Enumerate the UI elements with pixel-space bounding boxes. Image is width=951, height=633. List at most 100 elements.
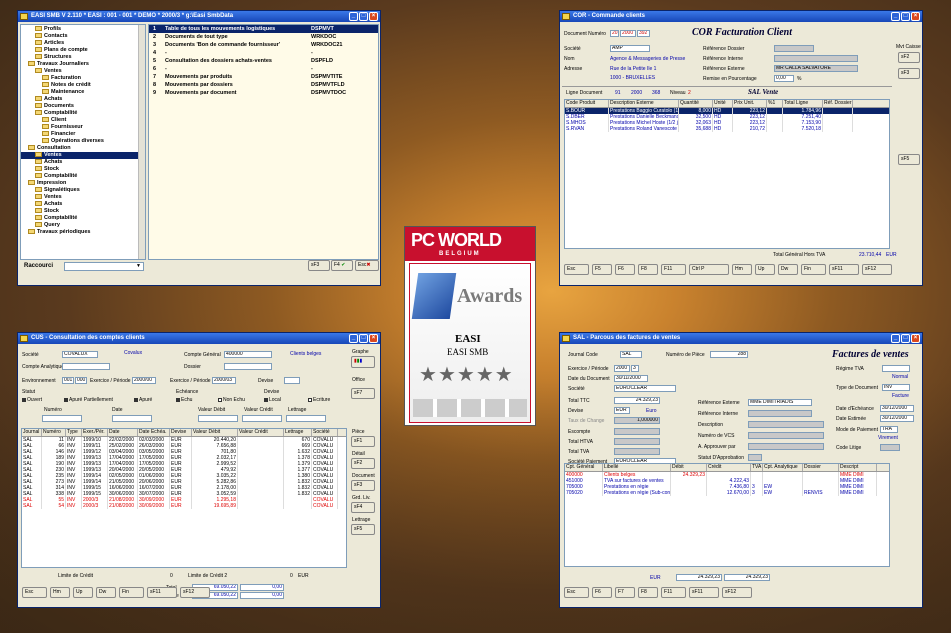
maximize-button[interactable]: □ [901,12,910,21]
menu-tree-item[interactable]: Ventes [21,152,145,159]
ouvert-checkbox[interactable]: Ouvert [22,397,42,403]
env-field[interactable]: 001 [62,377,74,384]
doc-field-a[interactable]: 20 [610,30,619,37]
key-esc-button[interactable]: Esc [22,587,47,598]
menu-tree-item[interactable]: Profils [21,26,145,33]
menu-tree-item[interactable]: Comptabilité [21,215,145,222]
menu-tree-item[interactable]: Ventes [21,68,145,75]
cpt-ana-field[interactable] [62,363,110,370]
graphe-button[interactable]: ▮▮▮ [351,356,375,368]
key-f8-button[interactable]: F8 [638,264,658,275]
column-header[interactable]: Code Produit [565,100,609,107]
column-header[interactable]: Unité [713,100,733,107]
doc-field-c[interactable]: 392 [637,30,650,37]
menu-tree-item[interactable]: Facturation [21,75,145,82]
column-header[interactable]: Description Externe [609,100,679,107]
ex-field[interactable]: 2000/00 [132,377,156,384]
menu-tree-item[interactable]: Travaux Journaliers [21,61,145,68]
menu-list-item[interactable]: 8 Mouvements par dossiers DSPMVTFLD [149,81,378,89]
column-header[interactable]: TVA [751,464,763,471]
menu-tree-item[interactable]: Stock [21,166,145,173]
societe-field[interactable]: EUROCLEAR [614,385,676,392]
column-header[interactable]: Numéro [42,429,66,436]
key-esc-button[interactable]: Esc [564,264,589,275]
menu-tree-item[interactable]: Achats [21,201,145,208]
column-header[interactable]: Prix Unit. [733,100,767,107]
menu-tree-item[interactable]: Fournisseur [21,124,145,131]
key-up-button[interactable]: Up [755,264,775,275]
devise-field[interactable]: EUR [614,407,630,414]
minimize-button[interactable]: _ [891,334,900,343]
journal-field[interactable]: SAL [620,351,642,358]
societe-field[interactable]: COVALUX [62,351,98,358]
filter-credit[interactable] [242,415,282,422]
key-f6-button[interactable]: F6 [615,264,635,275]
refint-field[interactable] [748,410,812,417]
column-header[interactable]: Cpt. Analytique [763,464,803,471]
column-header[interactable]: Date [108,429,138,436]
menu-tree-item[interactable]: Impression [21,180,145,187]
key-dw-button[interactable]: Dw [778,264,798,275]
column-header[interactable]: %1 [767,100,783,107]
env-field-2[interactable]: 000 [75,377,87,384]
column-header[interactable]: Dossier [803,464,839,471]
key-sf12-button[interactable]: sF12 [862,264,892,275]
key-up-button[interactable]: Up [73,587,93,598]
key-sf12-button[interactable]: sF12 [180,587,210,598]
apure-partiel-checkbox[interactable]: Apuré Partiellement [64,397,113,403]
local-radio[interactable]: Local [264,397,281,403]
key-ctrl-p-button[interactable]: Ctrl P [689,264,729,275]
menu-tree-item[interactable]: Comptabilité [21,110,145,117]
apure-checkbox[interactable]: Apuré [134,397,152,403]
menu-tree-item[interactable]: Achats [21,96,145,103]
key-f5-button[interactable]: F5 [592,264,612,275]
column-header[interactable]: Valeur Débit [192,429,238,436]
column-header[interactable]: Descript [839,464,877,471]
close-button[interactable]: × [911,334,920,343]
maximize-button[interactable]: □ [359,12,368,21]
side-action-button[interactable]: sF1 [351,436,375,447]
side-action-button[interactable]: sF2 [351,458,375,469]
key-sf11-button[interactable]: sF11 [147,587,177,598]
key-sf11-button[interactable]: sF11 [689,587,719,598]
menu-tree-item[interactable]: Financier [21,131,145,138]
menu-list-item[interactable]: 6 - - [149,65,378,73]
column-header[interactable]: Devise [170,429,192,436]
regime-field[interactable] [882,365,910,372]
close-button[interactable]: × [369,334,378,343]
close-button[interactable]: × [911,12,920,21]
maximize-button[interactable]: □ [359,334,368,343]
column-header[interactable]: Réf. Dossier [823,100,853,107]
non-echu-checkbox[interactable]: Non Echu [218,397,245,403]
close-button[interactable]: × [369,12,378,21]
sf7-button[interactable]: sF7 [351,388,375,399]
menu-list-item[interactable]: 7 Mouvements par produits DSPMVTITE [149,73,378,81]
menu-tree-item[interactable]: Travaux périodiques [21,229,145,236]
column-header[interactable]: Quantité [679,100,713,107]
ref-interne-field[interactable] [774,55,858,62]
ecriture-radio[interactable]: Ecriture [308,397,330,403]
menu-list-item[interactable]: 3 Documents 'Bon de commande fournisseur'… [149,41,378,49]
typedoc-field[interactable]: INV [882,384,910,391]
menu-list-item[interactable]: 1 Table de tous les mouvements logistique… [149,25,378,33]
remise-field[interactable]: 0,00 [774,75,794,82]
minimize-button[interactable]: _ [349,334,358,343]
dateech-field[interactable]: 30/12/2000 [880,405,914,412]
tree-scrollbar[interactable] [138,25,145,259]
column-header[interactable]: Date Echéa. [138,429,170,436]
side-action-button[interactable]: sF3 [351,480,375,491]
menu-tree-item[interactable]: Plans de compte [21,47,145,54]
litige-field[interactable] [880,444,900,451]
devise-field[interactable] [284,377,300,384]
menu-tree-item[interactable]: Documents [21,103,145,110]
column-header[interactable]: Société [312,429,338,436]
ref-dossier-field[interactable] [774,45,814,52]
menu-tree-item[interactable]: Achats [21,159,145,166]
menu-tree-item[interactable]: Query [21,222,145,229]
column-header[interactable]: Valeur Crédit [238,429,284,436]
menu-tree-item[interactable]: Notes de crédit [21,82,145,89]
menu-tree-item[interactable]: Ventes [21,194,145,201]
column-header[interactable]: Lettrage [284,429,312,436]
key-hm-button[interactable]: Hm [50,587,70,598]
menu-list-item[interactable]: 9 Mouvements par document DSPMVTDOC [149,89,378,97]
